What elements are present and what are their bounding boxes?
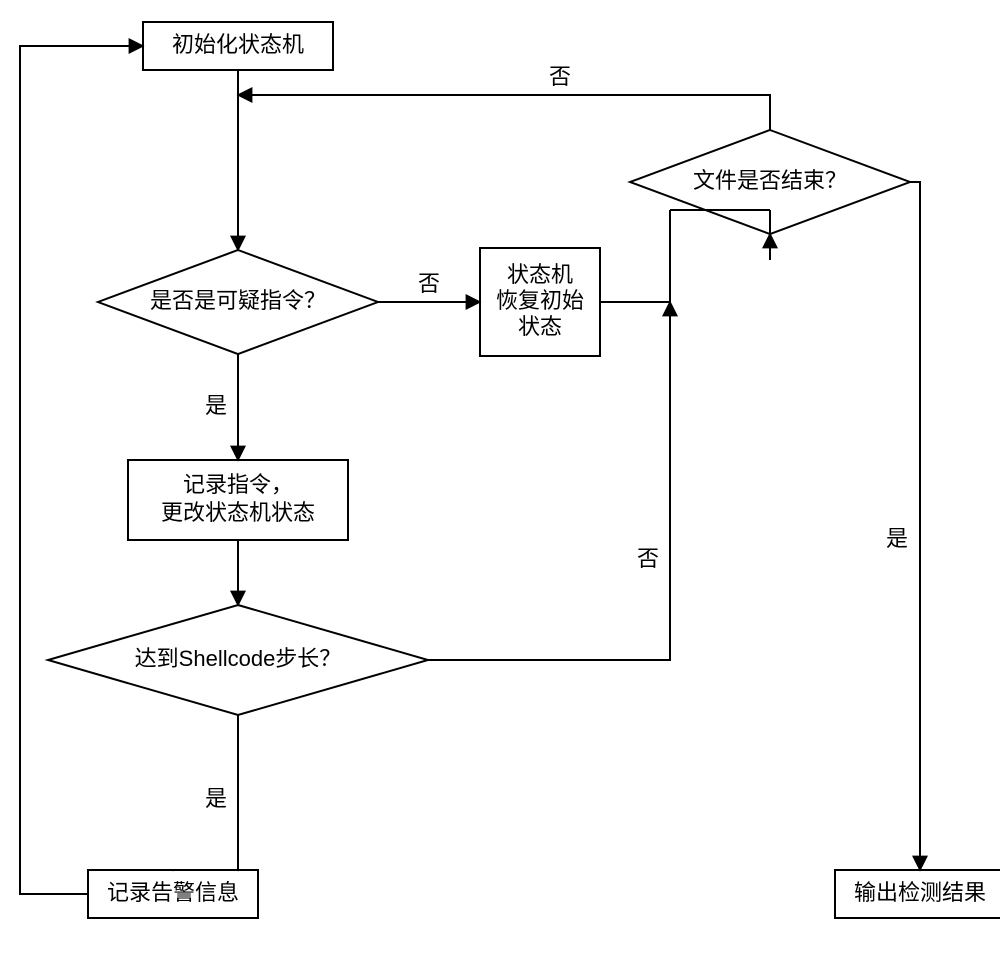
node-reset-l1: 状态机: [507, 262, 573, 287]
label-suspicious-no: 否: [418, 271, 440, 296]
node-record-l2: 更改状态机状态: [161, 500, 315, 525]
label-shelllen-no: 否: [637, 546, 659, 571]
node-alarm-label: 记录告警信息: [107, 880, 239, 905]
label-suspicious-yes: 是: [205, 393, 227, 418]
edge-fileend-output: [910, 182, 920, 870]
node-output-label: 输出检测结果: [854, 880, 986, 905]
node-suspicious-label: 是否是可疑指令？: [150, 288, 326, 313]
label-fileend-no: 否: [549, 64, 571, 89]
node-shelllen-label: 达到Shellcode步长？: [135, 646, 342, 671]
edge-fileend-loop: [238, 95, 770, 130]
node-init-label: 初始化状态机: [172, 32, 304, 57]
label-shelllen-yes: 是: [205, 786, 227, 811]
edge-reset-fileend: [600, 230, 770, 302]
node-reset-l2: 恢复初始: [496, 288, 584, 313]
node-fileend-label: 文件是否结束？: [693, 168, 847, 193]
label-fileend-yes: 是: [886, 526, 908, 551]
node-reset-l3: 状态: [518, 314, 562, 339]
node-record-l1: 记录指令，: [183, 472, 293, 497]
edge-alarm-init: [20, 46, 143, 894]
